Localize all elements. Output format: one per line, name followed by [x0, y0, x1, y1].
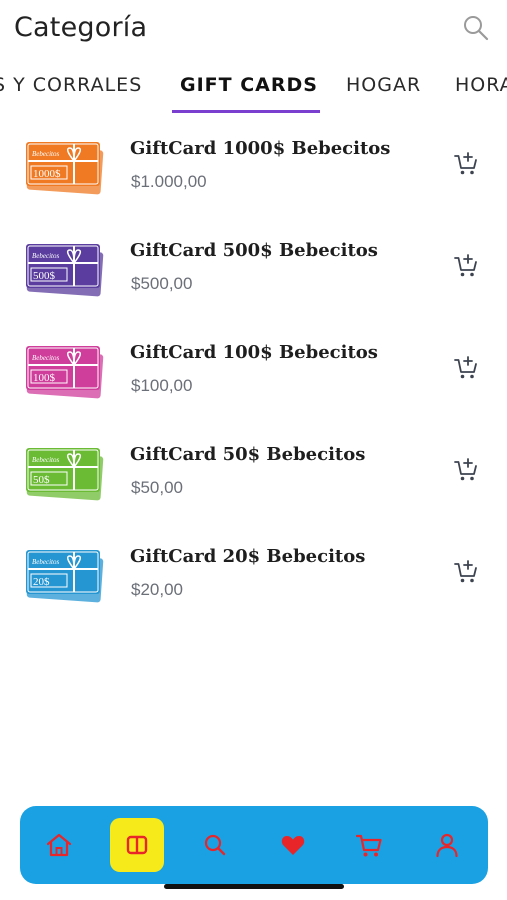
gift-card-thumbnail: Bebecitos 500$: [26, 244, 104, 297]
search-icon: [204, 834, 226, 856]
tab-corrales[interactable]: S Y CORRALES: [0, 74, 142, 96]
add-to-cart-button[interactable]: [452, 558, 480, 586]
app-header: Categoría: [0, 0, 507, 58]
heart-icon: [281, 835, 305, 855]
active-tab-indicator: [172, 110, 320, 113]
nav-favorites[interactable]: [266, 818, 320, 872]
search-button[interactable]: [460, 12, 492, 44]
nav-home[interactable]: [32, 818, 86, 872]
gift-card-amount: 1000$: [33, 168, 61, 180]
page-title: Categoría: [14, 12, 148, 43]
product-name: GiftCard 500$ Bebecitos: [130, 240, 378, 261]
add-to-cart-icon: [454, 356, 477, 379]
gift-card-thumbnail: Bebecitos 1000$: [26, 142, 104, 195]
home-icon: [46, 833, 72, 857]
list-item[interactable]: Bebecitos 1000$ GiftCard 1000$ Bebecitos …: [0, 120, 507, 222]
add-to-cart-icon: [454, 254, 477, 277]
nav-cart[interactable]: [342, 818, 396, 872]
add-to-cart-icon: [454, 152, 477, 175]
nav-profile[interactable]: [420, 818, 474, 872]
gift-card-amount: 20$: [33, 576, 50, 588]
add-to-cart-icon: [454, 560, 477, 583]
product-price: $100,00: [131, 376, 193, 395]
gift-card-brand: Bebecitos: [32, 252, 59, 260]
category-tabs: S Y CORRALES GIFT CARDS HOGAR HORA: [0, 62, 507, 114]
gift-card-thumbnail: Bebecitos 20$: [26, 550, 104, 603]
add-to-cart-button[interactable]: [452, 150, 480, 178]
product-name: GiftCard 50$ Bebecitos: [130, 444, 366, 465]
product-price: $500,00: [131, 274, 193, 293]
tab-gift-cards[interactable]: GIFT CARDS: [180, 74, 318, 96]
add-to-cart-icon: [454, 458, 477, 481]
search-icon: [464, 16, 489, 41]
product-price: $1.000,00: [131, 172, 207, 191]
cart-icon: [355, 834, 382, 857]
product-name: GiftCard 20$ Bebecitos: [130, 546, 366, 567]
tab-hogar[interactable]: HOGAR: [346, 74, 421, 96]
gift-card-brand: Bebecitos: [32, 150, 59, 158]
add-to-cart-button[interactable]: [452, 456, 480, 484]
categories-icon: [126, 835, 148, 855]
product-price: $20,00: [131, 580, 183, 599]
gift-card-brand: Bebecitos: [32, 456, 59, 464]
list-item[interactable]: Bebecitos 100$ GiftCard 100$ Bebecitos $1…: [0, 324, 507, 426]
gift-card-amount: 50$: [33, 474, 50, 486]
product-name: GiftCard 100$ Bebecitos: [130, 342, 378, 363]
list-item[interactable]: Bebecitos 500$ GiftCard 500$ Bebecitos $5…: [0, 222, 507, 324]
bottom-navigation-bar: [20, 806, 488, 884]
product-price: $50,00: [131, 478, 183, 497]
user-icon: [436, 833, 458, 858]
nav-categories[interactable]: [110, 818, 164, 872]
gift-card-amount: 100$: [33, 372, 56, 384]
gift-card-thumbnail: Bebecitos 100$: [26, 346, 104, 399]
gift-card-brand: Bebecitos: [32, 354, 59, 362]
gift-card-thumbnail: Bebecitos 50$: [26, 448, 104, 501]
nav-search[interactable]: [188, 818, 242, 872]
home-indicator: [164, 884, 344, 889]
gift-card-brand: Bebecitos: [32, 558, 59, 566]
add-to-cart-button[interactable]: [452, 354, 480, 382]
product-name: GiftCard 1000$ Bebecitos: [130, 138, 391, 159]
add-to-cart-button[interactable]: [452, 252, 480, 280]
list-item[interactable]: Bebecitos 50$ GiftCard 50$ Bebecitos $50,…: [0, 426, 507, 528]
list-item[interactable]: Bebecitos 20$ GiftCard 20$ Bebecitos $20,…: [0, 528, 507, 630]
gift-card-amount: 500$: [33, 270, 56, 282]
tab-hora[interactable]: HORA: [455, 74, 507, 96]
